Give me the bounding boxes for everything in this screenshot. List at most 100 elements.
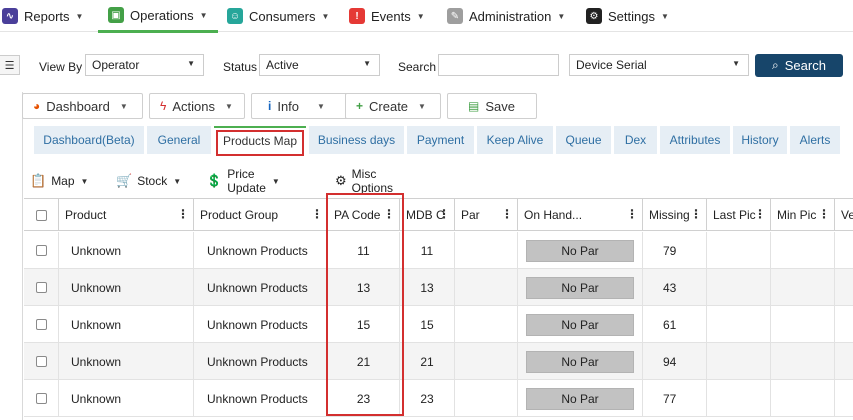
on-hand-cell: No Par [518, 232, 643, 269]
par-cell [455, 269, 518, 306]
dashboard-label: Dashboard [46, 98, 110, 114]
header-min-pick[interactable]: Min Pic ⋮ [771, 199, 835, 231]
empty-cell [707, 380, 771, 417]
price-update-label: Price Update [227, 167, 266, 195]
header-on-hand[interactable]: On Hand... ⋮ [518, 199, 643, 231]
column-menu-icon[interactable]: ⋮ [818, 208, 830, 220]
consumers-icon: ☺ [227, 8, 243, 24]
tab-general[interactable]: General [147, 126, 211, 154]
row-checkbox[interactable] [35, 245, 47, 256]
empty-cell [835, 232, 853, 269]
header-mdb-code[interactable]: MDB C ⋮ [400, 199, 455, 231]
tab-alerts[interactable]: Alerts [790, 126, 840, 154]
missing-cell: 43 [643, 269, 707, 306]
nav-operations[interactable]: ▣ Operations ▼ [98, 0, 218, 33]
tab-payment[interactable]: Payment [407, 126, 474, 154]
table-row[interactable]: Unknown Unknown Products 11 11 No Par 79 [24, 232, 853, 269]
tab-attributes[interactable]: Attributes [660, 126, 730, 154]
tab-business-days[interactable]: Business days [309, 126, 404, 154]
chevron-down-icon: ▼ [418, 101, 426, 111]
hand-truck-icon: 🛒 [116, 173, 133, 188]
table-row[interactable]: Unknown Unknown Products 21 21 No Par 94 [24, 343, 853, 380]
price-update-menu[interactable]: 💲 Price Update ▼ [206, 167, 280, 195]
tab-label: Alerts [799, 133, 831, 147]
par-cell [455, 306, 518, 343]
tab-dex[interactable]: Dex [614, 126, 657, 154]
stock-menu[interactable]: 🛒 Stock ▼ [116, 168, 181, 194]
row-checkbox[interactable] [35, 319, 47, 330]
tab-history[interactable]: History [733, 126, 787, 154]
tab-label: General [157, 133, 201, 147]
table-row[interactable]: Unknown Unknown Products 23 23 No Par 77 [24, 380, 853, 417]
tab-queue[interactable]: Queue [556, 126, 611, 154]
mdb-code-cell: 23 [400, 380, 455, 417]
nav-reports[interactable]: ∿ Reports ▼ [2, 0, 83, 32]
product-cell: Unknown [59, 269, 194, 306]
table-row[interactable]: Unknown Unknown Products 15 15 No Par 61 [24, 306, 853, 343]
empty-cell [707, 232, 771, 269]
tab-label: Dex [624, 133, 647, 147]
search-button[interactable]: ⌕ Search [755, 54, 843, 77]
column-menu-icon[interactable]: ⋮ [690, 208, 702, 220]
select-all-cell [24, 199, 59, 231]
column-menu-icon[interactable]: ⋮ [501, 208, 513, 220]
search-icon: ⌕ [772, 58, 779, 72]
search-field-select[interactable]: Device Serial ▼ [569, 54, 749, 76]
chevron-down-icon: ▼ [225, 101, 233, 111]
column-menu-icon[interactable]: ⋮ [626, 208, 638, 220]
nav-consumers[interactable]: ☺ Consumers ▼ [227, 0, 329, 32]
empty-cell [771, 343, 835, 380]
empty-cell [707, 343, 771, 380]
mdb-code-cell-value: 21 [420, 354, 434, 369]
row-select-cell [24, 343, 59, 380]
nav-operations-label: Operations [130, 7, 194, 23]
mdb-code-cell: 21 [400, 343, 455, 380]
header-product[interactable]: Product ⋮ [59, 199, 194, 231]
save-button[interactable]: ▤ Save [447, 93, 537, 119]
search-input[interactable] [438, 54, 559, 76]
header-ve[interactable]: Ve [835, 199, 853, 231]
nav-administration[interactable]: ✎ Administration ▼ [447, 0, 565, 32]
on-hand-cell: No Par [518, 306, 643, 343]
tab-products-map[interactable]: Products Map [214, 126, 306, 156]
header-missing[interactable]: Missing ⋮ [643, 199, 707, 231]
empty-cell [707, 306, 771, 343]
products-grid: Product ⋮ Product Group ⋮ PA Code ⋮ MDB C ⋮ … [24, 198, 853, 420]
dashboard-button[interactable]: ◕ Dashboard ▼ [22, 93, 143, 119]
create-label: Create [369, 98, 409, 114]
map-menu[interactable]: 📋 Map ▼ [30, 168, 88, 194]
column-menu-icon[interactable]: ⋮ [754, 208, 766, 220]
column-menu-icon[interactable]: ⋮ [311, 208, 323, 220]
misc-options-menu[interactable]: ⚙ Misc Options [335, 167, 394, 195]
chevron-down-icon: ▼ [321, 11, 330, 21]
list-icon: ☰ [4, 59, 15, 72]
create-button[interactable]: + Create ▼ [345, 93, 441, 119]
row-checkbox[interactable] [35, 282, 47, 293]
header-par[interactable]: Par ⋮ [455, 199, 518, 231]
product-cell: Unknown [59, 306, 194, 343]
row-checkbox[interactable] [35, 393, 47, 404]
missing-cell-value: 43 [663, 280, 677, 295]
column-menu-icon[interactable]: ⋮ [177, 208, 189, 220]
tab-dashboard-beta[interactable]: Dashboard(Beta) [34, 126, 144, 154]
nav-settings[interactable]: ⚙ Settings ▼ [586, 0, 669, 32]
nav-events[interactable]: ! Events ▼ [349, 0, 425, 32]
empty-cell [771, 269, 835, 306]
tab-keep-alive[interactable]: Keep Alive [477, 126, 553, 154]
header-last-pick[interactable]: Last Pic ⋮ [707, 199, 771, 231]
view-by-select[interactable]: Operator ▼ [85, 54, 204, 76]
par-cell [455, 380, 518, 417]
list-toggle-button[interactable]: ☰ [0, 55, 20, 75]
select-all-checkbox[interactable] [35, 209, 47, 221]
table-row[interactable]: Unknown Unknown Products 13 13 No Par 43 [24, 269, 853, 306]
action-bar: ◕ Dashboard ▼ ϟ Actions ▼ i Info ▼ + Cre… [22, 92, 853, 122]
search-label: Search [398, 60, 437, 74]
header-product-group[interactable]: Product Group ⋮ [194, 199, 328, 231]
misc-options-label: Misc Options [351, 167, 394, 195]
status-select[interactable]: Active ▼ [259, 54, 380, 76]
tab-label: Attributes [669, 133, 721, 147]
row-checkbox[interactable] [35, 356, 47, 367]
actions-button[interactable]: ϟ Actions ▼ [149, 93, 245, 119]
product-cell-value: Unknown [71, 317, 122, 332]
column-menu-icon[interactable]: ⋮ [438, 208, 450, 220]
